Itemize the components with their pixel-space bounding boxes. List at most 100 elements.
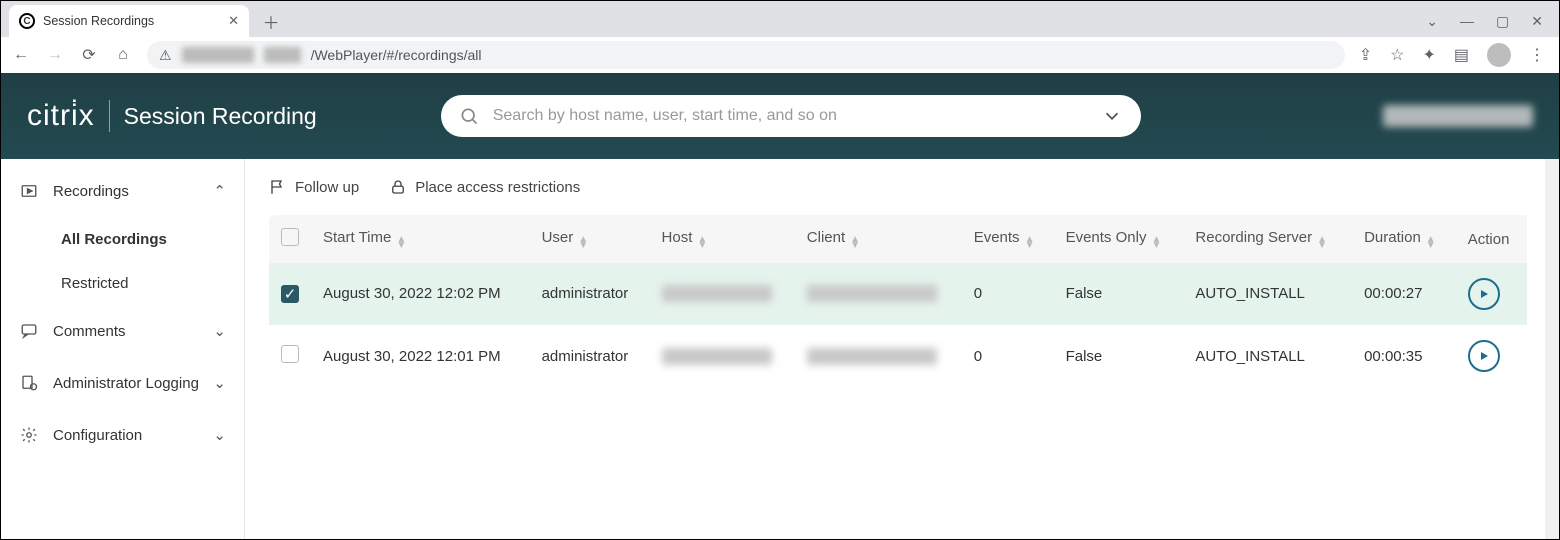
minimize-icon[interactable]: ― [1460, 13, 1474, 29]
app-title: Session Recording [124, 103, 317, 130]
user-area-blurred[interactable]: user [1383, 105, 1533, 127]
col-recording-server[interactable]: Recording Server▲▼ [1183, 215, 1352, 263]
cell-user: administrator [530, 263, 650, 325]
chevron-down-icon[interactable]: ⌄ [1426, 13, 1438, 30]
site-warning-icon[interactable]: ⚠ [159, 47, 172, 64]
window-controls: ⌄ ― ▢ ✕ [1426, 5, 1559, 37]
play-button[interactable] [1468, 340, 1500, 372]
search-bar[interactable] [441, 95, 1141, 137]
brand-divider [109, 100, 110, 132]
row-checkbox[interactable] [281, 345, 299, 363]
search-expand-icon[interactable] [1101, 105, 1123, 127]
chevron-up-icon: ⌃ [213, 182, 226, 200]
col-client[interactable]: Client▲▼ [795, 215, 962, 263]
content-toolbar: Follow up Place access restrictions [269, 159, 1527, 215]
sidebar-sub-label: Restricted [61, 275, 129, 292]
url-path: /WebPlayer/#/recordings/all [311, 47, 482, 63]
chevron-down-icon: ⌄ [213, 426, 226, 444]
tab-title: Session Recordings [43, 14, 220, 28]
nav-reload-icon[interactable]: ⟳ [79, 45, 99, 65]
sidebar-item-comments[interactable]: Comments ⌄ [1, 305, 244, 357]
sidebar-item-recordings[interactable]: Recordings ⌃ [1, 165, 244, 217]
sidebar-item-label: Comments [53, 323, 126, 340]
col-events-only[interactable]: Events Only▲▼ [1054, 215, 1184, 263]
play-button[interactable] [1468, 278, 1500, 310]
sort-icon: ▲▼ [578, 237, 588, 249]
table-header: Start Time▲▼ User▲▼ Host▲▼ Client▲▼ Even… [269, 215, 1527, 263]
recordings-table: Start Time▲▼ User▲▼ Host▲▼ Client▲▼ Even… [269, 215, 1527, 388]
sidebar: Recordings ⌃ All Recordings Restricted C… [1, 159, 245, 539]
address-bar-row: ← → ⟳ ⌂ ⚠ xxxxxxxxxx xxxxx /WebPlayer/#/… [1, 37, 1559, 73]
favicon-icon: C [19, 13, 35, 29]
table-row[interactable]: August 30, 2022 12:01 PM administrator h… [269, 325, 1527, 387]
address-bar[interactable]: ⚠ xxxxxxxxxx xxxxx /WebPlayer/#/recordin… [147, 41, 1345, 69]
sort-icon: ▲▼ [1151, 237, 1161, 249]
maximize-icon[interactable]: ▢ [1496, 13, 1509, 30]
sort-icon: ▲▼ [1317, 237, 1327, 249]
gear-icon [19, 425, 39, 445]
sidebar-item-admin-logging[interactable]: Administrator Logging ⌄ [1, 357, 244, 409]
url-path-blurred: xxxxx [264, 47, 301, 63]
table-row[interactable]: ✓ August 30, 2022 12:02 PM administrator… [269, 263, 1527, 325]
sidebar-item-label: Recordings [53, 183, 129, 200]
tab-close-icon[interactable]: ✕ [228, 13, 239, 29]
reading-list-icon[interactable]: ▤ [1454, 45, 1469, 65]
sidebar-item-label: Administrator Logging [53, 375, 199, 392]
main-layout: Recordings ⌃ All Recordings Restricted C… [1, 159, 1559, 539]
sort-icon: ▲▼ [850, 237, 860, 249]
recordings-icon [19, 181, 39, 201]
tab-strip: C Session Recordings ✕ ＋ ⌄ ― ▢ ✕ [1, 1, 1559, 37]
search-input[interactable] [491, 106, 1089, 126]
col-start-time[interactable]: Start Time▲▼ [311, 215, 530, 263]
profile-avatar-icon[interactable] [1487, 43, 1511, 67]
kebab-menu-icon[interactable]: ⋮ [1529, 45, 1545, 65]
extensions-icon[interactable]: ✦ [1422, 45, 1435, 65]
follow-up-button[interactable]: Follow up [269, 178, 359, 196]
table-body: ✓ August 30, 2022 12:02 PM administrator… [269, 263, 1527, 387]
share-icon[interactable]: ⇪ [1359, 45, 1372, 65]
chevron-down-icon: ⌄ [213, 374, 226, 392]
sidebar-item-configuration[interactable]: Configuration ⌄ [1, 409, 244, 461]
sort-icon: ▲▼ [396, 237, 406, 249]
follow-up-label: Follow up [295, 179, 359, 196]
cell-recording-server: AUTO_INSTALL [1183, 263, 1352, 325]
sidebar-sub-restricted[interactable]: Restricted [1, 261, 244, 305]
sidebar-item-label: Configuration [53, 427, 142, 444]
cell-events-only: False [1054, 263, 1184, 325]
col-host[interactable]: Host▲▼ [650, 215, 795, 263]
select-all-checkbox[interactable] [281, 228, 299, 246]
lock-icon [389, 178, 407, 196]
sidebar-sub-label: All Recordings [61, 231, 167, 248]
search-wrap [441, 95, 1141, 137]
sidebar-sub-all-recordings[interactable]: All Recordings [1, 217, 244, 261]
browser-right-icons: ⇪ ☆ ✦ ▤ ⋮ [1359, 43, 1549, 67]
cell-duration: 00:00:27 [1352, 263, 1456, 325]
nav-home-icon[interactable]: ⌂ [113, 46, 133, 64]
app-header: citri̇x Session Recording user [1, 73, 1559, 159]
col-duration[interactable]: Duration▲▼ [1352, 215, 1456, 263]
cell-host: host [650, 263, 795, 325]
browser-tab[interactable]: C Session Recordings ✕ [9, 5, 249, 37]
col-events[interactable]: Events▲▼ [962, 215, 1054, 263]
bookmark-star-icon[interactable]: ☆ [1390, 45, 1404, 65]
vertical-scrollbar[interactable] [1545, 159, 1559, 539]
admin-logging-icon [19, 373, 39, 393]
comments-icon [19, 321, 39, 341]
nav-back-icon[interactable]: ← [11, 46, 31, 64]
cell-client: client [795, 325, 962, 387]
browser-chrome: C Session Recordings ✕ ＋ ⌄ ― ▢ ✕ ← → ⟳ ⌂… [1, 1, 1559, 73]
sort-icon: ▲▼ [1426, 237, 1436, 249]
content-area: Follow up Place access restrictions Star… [245, 159, 1545, 539]
close-window-icon[interactable]: ✕ [1531, 13, 1543, 30]
cell-host: host [650, 325, 795, 387]
restrict-button[interactable]: Place access restrictions [389, 178, 580, 196]
new-tab-button[interactable]: ＋ [257, 7, 285, 35]
restrict-label: Place access restrictions [415, 179, 580, 196]
sort-icon: ▲▼ [1025, 237, 1035, 249]
col-action: Action [1456, 215, 1527, 263]
cell-recording-server: AUTO_INSTALL [1183, 325, 1352, 387]
search-icon [459, 106, 479, 126]
col-user[interactable]: User▲▼ [530, 215, 650, 263]
nav-forward-icon[interactable]: → [45, 46, 65, 64]
row-checkbox[interactable]: ✓ [281, 285, 299, 303]
